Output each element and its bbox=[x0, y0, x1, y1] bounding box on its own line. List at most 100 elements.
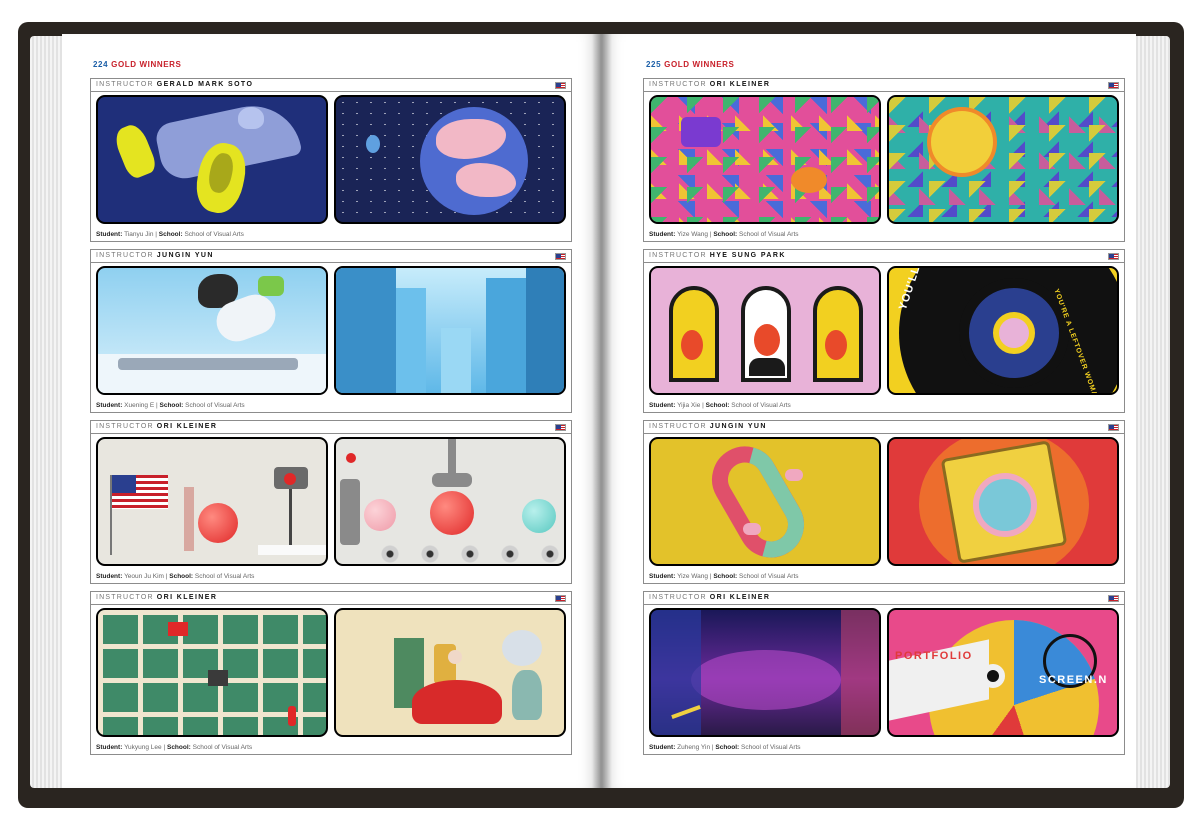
school-label: School: bbox=[159, 402, 184, 409]
us-flag-icon bbox=[1108, 424, 1119, 431]
student-label: Student: bbox=[96, 573, 123, 580]
school-name: School of Visual Arts bbox=[739, 573, 799, 580]
school-name: School of Visual Arts bbox=[741, 744, 801, 751]
student-name: Yize Wang bbox=[677, 231, 709, 238]
instructor-name: ORI KLEINER bbox=[709, 81, 771, 88]
credit-separator: | bbox=[709, 231, 712, 238]
student-label: Student: bbox=[649, 744, 676, 751]
instructor-bar: INSTRUCTOR ORI KLEINER bbox=[644, 592, 1124, 605]
instructor-bar: INSTRUCTOR HYE SUNG PARK bbox=[644, 250, 1124, 263]
student-label: Student: bbox=[96, 402, 123, 409]
school-label: School: bbox=[705, 402, 730, 409]
student-credit: Student: Yize Wang | School: School of V… bbox=[649, 573, 799, 580]
artwork-still bbox=[334, 95, 566, 224]
artwork-still bbox=[887, 95, 1119, 224]
school-name: School of Visual Arts bbox=[731, 402, 791, 409]
student-label: Student: bbox=[96, 744, 123, 751]
section-title: GOLD WINNERS bbox=[664, 60, 735, 69]
us-flag-icon bbox=[1108, 82, 1119, 89]
instructor-line: INSTRUCTOR ORI KLEINER bbox=[96, 423, 217, 430]
student-name: Yeoun Ju Kim bbox=[124, 573, 164, 580]
school-name: School of Visual Arts bbox=[184, 231, 244, 238]
us-flag-icon bbox=[1108, 253, 1119, 260]
book-spine-shadow bbox=[592, 34, 612, 788]
instructor-name: ORI KLEINER bbox=[156, 594, 218, 601]
student-credit: Student: Yeoun Ju Kim | School: School o… bbox=[96, 573, 254, 580]
student-label: Student: bbox=[649, 231, 676, 238]
student-name: Yijia Xie bbox=[677, 402, 701, 409]
section-title: GOLD WINNERS bbox=[111, 60, 182, 69]
artwork-still bbox=[649, 266, 881, 395]
instructor-line: INSTRUCTOR GERALD MARK SOTO bbox=[96, 81, 253, 88]
winner-entry: INSTRUCTORHYE SUNG PARK YOU'LL DIE ALO Y… bbox=[643, 249, 1125, 413]
instructor-bar: INSTRUCTOR ORI KLEINER bbox=[91, 592, 571, 605]
school-label: School: bbox=[169, 573, 194, 580]
artwork-still: YOU'LL DIE ALO YOU'RE A LEFTOVER WOMAN bbox=[887, 266, 1119, 395]
us-flag-icon bbox=[555, 82, 566, 89]
school-name: School of Visual Arts bbox=[192, 744, 253, 751]
winner-entry: INSTRUCTOR ORI KLEINER Student: Yeoun Ju… bbox=[90, 420, 572, 584]
student-name: Xuening E bbox=[124, 402, 155, 409]
instructor-name: JUNGIN YUN bbox=[709, 423, 767, 430]
winner-entry: INSTRUCTOR ORI KLEINER PORTFOLIO SCREEN.N… bbox=[643, 591, 1125, 755]
student-credit: Student: Yukyung Lee | School: School of… bbox=[96, 744, 252, 751]
instructor-name: GERALD MARK SOTO bbox=[156, 81, 254, 88]
artwork-still bbox=[96, 95, 328, 224]
credit-separator: | bbox=[702, 402, 704, 409]
instructor-label: INSTRUCTOR bbox=[96, 594, 154, 601]
school-name: School of Visual Arts bbox=[185, 402, 245, 409]
instructor-line: INSTRUCTOR ORI KLEINER bbox=[649, 594, 770, 601]
school-label: School: bbox=[713, 573, 738, 580]
open-book: 224 GOLD WINNERS INSTRUCTOR GERALD MARK SO… bbox=[0, 0, 1200, 830]
student-label: Student: bbox=[649, 402, 676, 409]
instructor-line: INSTRUCTOR ORI KLEINER bbox=[96, 594, 217, 601]
instructor-name: ORI KLEINER bbox=[709, 594, 771, 601]
credit-separator: | bbox=[711, 744, 714, 751]
instructor-line: INSTRUCTOR ORI KLEINER bbox=[649, 81, 770, 88]
credit-separator: | bbox=[155, 402, 158, 409]
student-credit: Student: Xuening E | School: School of V… bbox=[96, 402, 245, 409]
instructor-name: JUNGIN YUN bbox=[156, 252, 214, 259]
instructor-name: HYE SUNG PARK bbox=[709, 252, 786, 259]
school-label: School: bbox=[713, 231, 738, 238]
artwork-caption: PORTFOLIO bbox=[895, 650, 973, 662]
instructor-label: INSTRUCTOR bbox=[96, 81, 154, 88]
credit-separator: | bbox=[155, 231, 157, 238]
us-flag-icon bbox=[1108, 595, 1119, 602]
student-name: Yukyung Lee bbox=[124, 744, 162, 751]
artwork-still bbox=[334, 437, 566, 566]
page-header: 225 GOLD WINNERS bbox=[646, 60, 734, 69]
student-name: Yize Wang bbox=[677, 573, 709, 580]
artwork-still bbox=[334, 608, 566, 737]
winner-entry: INSTRUCTOR GERALD MARK SOTO Student: Tian… bbox=[90, 78, 572, 242]
student-label: Student: bbox=[96, 231, 123, 238]
right-page: 225 GOLD WINNERS INSTRUCTOR ORI KLEINER St… bbox=[600, 34, 1136, 788]
winner-entry: INSTRUCTOR JUNGIN YUN Student: Xuening E … bbox=[90, 249, 572, 413]
page-number: 224 bbox=[93, 60, 109, 69]
winner-entry: INSTRUCTOR ORI KLEINER Student: Yize Wang… bbox=[643, 78, 1125, 242]
artwork-still bbox=[96, 266, 328, 395]
student-credit: Student: Yize Wang | School: School of V… bbox=[649, 231, 799, 238]
instructor-label: INSTRUCTOR bbox=[649, 252, 707, 259]
instructor-bar: INSTRUCTOR ORI KLEINER bbox=[91, 421, 571, 434]
page-number: 225 bbox=[646, 60, 662, 69]
instructor-label: INSTRUCTOR bbox=[649, 594, 707, 601]
credit-separator: | bbox=[709, 573, 712, 580]
instructor-label: INSTRUCTOR bbox=[96, 252, 154, 259]
student-label: Student: bbox=[649, 573, 676, 580]
student-credit: Student: Zuheng Yin | School: School of … bbox=[649, 744, 801, 751]
instructor-line: INSTRUCTOR HYE SUNG PARK bbox=[649, 252, 786, 259]
school-label: School: bbox=[158, 231, 183, 238]
winner-entry: INSTRUCTOR JUNGIN YUN Student: Yize Wang … bbox=[643, 420, 1125, 584]
artwork-still bbox=[649, 608, 881, 737]
student-name: Tianyu Jin bbox=[124, 231, 154, 238]
page-header: 224 GOLD WINNERS bbox=[93, 60, 181, 69]
instructor-line: INSTRUCTOR JUNGIN YUN bbox=[649, 423, 767, 430]
instructor-line: INSTRUCTOR JUNGIN YUN bbox=[96, 252, 214, 259]
instructor-bar: INSTRUCTOR ORI KLEINER bbox=[644, 79, 1124, 92]
instructor-bar: INSTRUCTOR GERALD MARK SOTO bbox=[91, 79, 571, 92]
school-label: School: bbox=[166, 744, 191, 751]
artwork-still bbox=[649, 95, 881, 224]
school-name: School of Visual Arts bbox=[194, 573, 255, 580]
artwork-still bbox=[96, 437, 328, 566]
